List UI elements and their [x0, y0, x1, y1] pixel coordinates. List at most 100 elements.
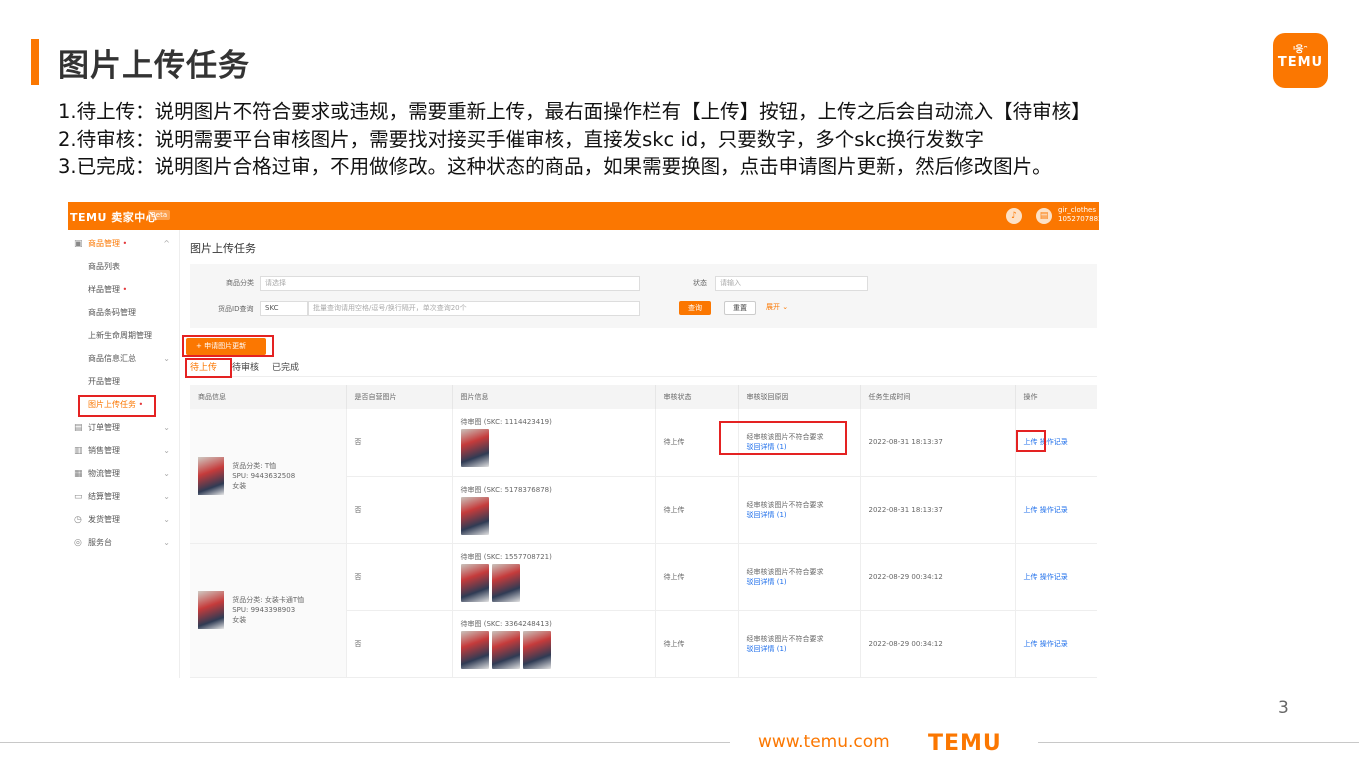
image-thumbnail[interactable] [491, 630, 520, 669]
table-header-row: 商品信息 是否自营图片 图片信息 审核状态 审核驳回原因 任务生成时间 操作 [190, 385, 1097, 409]
time-cell: 2022-08-31 18:13:37 [860, 476, 1016, 544]
footer-logo: TEMU [928, 731, 1002, 756]
skc-label: 待审图 (SKC: 3364248413) [460, 619, 552, 628]
upload-link[interactable]: 上传 操作记录 [1024, 640, 1068, 648]
image-thumbnail[interactable] [460, 429, 489, 468]
sidebar-item-settlement[interactable]: ▭ 结算管理 ⌄ [68, 487, 180, 507]
red-dot: • [122, 239, 128, 248]
chevron-up-icon: ^ [163, 239, 170, 248]
column-header: 任务生成时间 [860, 385, 1016, 409]
upload-link[interactable]: 上传 操作记录 [1024, 506, 1068, 514]
sidebar-item-logistics[interactable]: ▦ 物流管理 ⌄ [68, 464, 180, 484]
sidebar-label: 结算管理 [88, 492, 120, 501]
status-input[interactable]: 请输入 [715, 276, 868, 291]
column-header: 操作 [1015, 385, 1097, 409]
chevron-down-icon: ⌄ [163, 469, 170, 478]
chevron-down-icon: ⌄ [163, 446, 170, 455]
image-info-cell: 待审图 (SKC: 3364248413) [452, 610, 656, 678]
product-cell: 货品分类: T恤 SPU: 9443632508 女装 [190, 409, 347, 544]
bell-icon[interactable]: ♪ [1006, 208, 1022, 224]
sidebar-label: 销售管理 [88, 446, 120, 455]
product-extra: 女装 [232, 616, 247, 624]
expand-link[interactable]: 展开 ⌄ [766, 302, 788, 312]
sidebar-item-open-product[interactable]: 开品管理 [68, 372, 180, 392]
user-name: gir_clothes [1058, 206, 1096, 214]
chevron-down-icon: ⌄ [163, 538, 170, 547]
sidebar-item-barcode[interactable]: 商品条码管理 [68, 303, 180, 323]
sidebar-item-orders[interactable]: ▤ 订单管理 ⌄ [68, 418, 180, 438]
upload-link[interactable]: 上传 操作记录 [1024, 573, 1068, 581]
product-extra: 女装 [232, 481, 247, 490]
sidebar-item-sales[interactable]: ▥ 销售管理 ⌄ [68, 441, 180, 461]
status-cell: 待上传 [655, 476, 739, 544]
reject-detail-link[interactable]: 驳回详情 (1) [747, 511, 787, 519]
highlight-box-reason [719, 421, 847, 455]
sidebar-label: 物流管理 [88, 469, 120, 478]
highlight-box-apply [182, 335, 274, 357]
product-name: 货品分类: 女装卡通T恤 [232, 596, 305, 604]
product-thumbnail[interactable] [198, 456, 224, 495]
store-icon[interactable]: ▤ [1036, 208, 1052, 224]
table-row: 货品分类: T恤 SPU: 9443632508 女装 否 待审图 (SKC: … [190, 409, 1097, 544]
time-cell: 2022-08-31 18:13:37 [860, 409, 1016, 477]
image-info-cell: 待审图 (SKC: 5178376878) [452, 476, 656, 544]
tab-completed[interactable]: 已完成 [272, 360, 299, 373]
task-table: 商品信息 是否自营图片 图片信息 审核状态 审核驳回原因 任务生成时间 操作 货… [190, 385, 1097, 678]
reset-button[interactable]: 重置 [724, 301, 756, 315]
status-cell: 待上传 [655, 610, 739, 678]
time-cell: 2022-08-29 00:34:12 [860, 610, 1016, 678]
id-type-select[interactable]: SKC [260, 301, 308, 316]
column-header: 是否自营图片 [346, 385, 453, 409]
highlight-box-sidebar [78, 395, 156, 417]
sidebar-item-info-summary[interactable]: 商品信息汇总 ⌄ [68, 349, 180, 369]
chevron-down-icon: ⌄ [163, 492, 170, 501]
query-button[interactable]: 查询 [679, 301, 711, 315]
page-number: 3 [1278, 698, 1289, 718]
image-thumbnail[interactable] [491, 563, 520, 602]
footer-url[interactable]: www.temu.com [758, 732, 893, 753]
sidebar-label: 商品列表 [88, 262, 120, 271]
sidebar-item-lifecycle[interactable]: 上新生命周期管理 [68, 326, 180, 346]
time-cell: 2022-08-29 00:34:12 [860, 543, 1016, 611]
description-line: 1.待上传：说明图片不符合要求或违规，需要重新上传，最右面操作栏有【上传】按钮，… [58, 100, 1091, 123]
reason-text: 经审核该图片不符合要求 [746, 500, 824, 509]
operation-cell: 上传 操作记录 [1015, 543, 1097, 611]
tab-pending-review[interactable]: 待审核 [232, 360, 259, 373]
column-header: 审核驳回原因 [738, 385, 861, 409]
product-thumbnail[interactable] [198, 591, 224, 629]
clock-icon: ◷ [74, 515, 82, 525]
sidebar-item-product-list[interactable]: 商品列表 [68, 257, 180, 277]
user-info[interactable]: gir_clothes 1052707882 [1058, 206, 1099, 224]
sidebar-item-shipping[interactable]: ◷ 发货管理 ⌄ [68, 510, 180, 530]
category-select[interactable]: 请选择 [260, 276, 640, 291]
sidebar-item-product-management[interactable]: ▣ 商品管理 • ^ [68, 234, 180, 254]
sidebar-label: 发货管理 [88, 515, 120, 524]
chevron-down-icon: ⌄ [163, 515, 170, 524]
image-thumbnail[interactable] [522, 630, 551, 669]
id-query-input[interactable]: 批量查询请用空格/逗号/换行隔开，单次查询20个 [308, 301, 640, 316]
skc-label: 待审图 (SKC: 1557708721) [460, 552, 552, 561]
chevron-down-icon: ⌄ [163, 423, 170, 432]
image-thumbnail[interactable] [460, 630, 489, 669]
image-thumbnail[interactable] [460, 563, 489, 602]
operation-cell: 上传 操作记录 [1015, 610, 1097, 678]
sidebar-label: 商品条码管理 [88, 308, 136, 317]
reason-cell: 经审核该图片不符合要求 驳回详情 (1) [738, 543, 861, 611]
logistics-icon: ▦ [74, 469, 83, 479]
column-header: 商品信息 [190, 385, 347, 409]
settlement-icon: ▭ [74, 492, 83, 502]
sidebar-label: 商品管理 [88, 239, 120, 248]
reject-detail-link[interactable]: 驳回详情 (1) [747, 578, 787, 586]
skc-label: 待审图 (SKC: 5178376878) [460, 485, 552, 494]
sidebar-item-sample[interactable]: 样品管理 • [68, 280, 180, 300]
app-brand: TEMU 卖家中心 [70, 211, 158, 224]
status-cell: 待上传 [655, 543, 739, 611]
self-image-cell: 否 [346, 476, 453, 544]
image-thumbnail[interactable] [460, 496, 489, 535]
footer-divider-left [0, 742, 730, 743]
product-name: 货品分类: T恤 [232, 461, 277, 470]
product-cell: 货品分类: 女装卡通T恤 SPU: 9943398903 女装 [190, 543, 347, 678]
sidebar-item-service[interactable]: ◎ 服务台 ⌄ [68, 533, 180, 553]
self-image-cell: 否 [346, 543, 453, 611]
reject-detail-link[interactable]: 驳回详情 (1) [747, 645, 787, 653]
